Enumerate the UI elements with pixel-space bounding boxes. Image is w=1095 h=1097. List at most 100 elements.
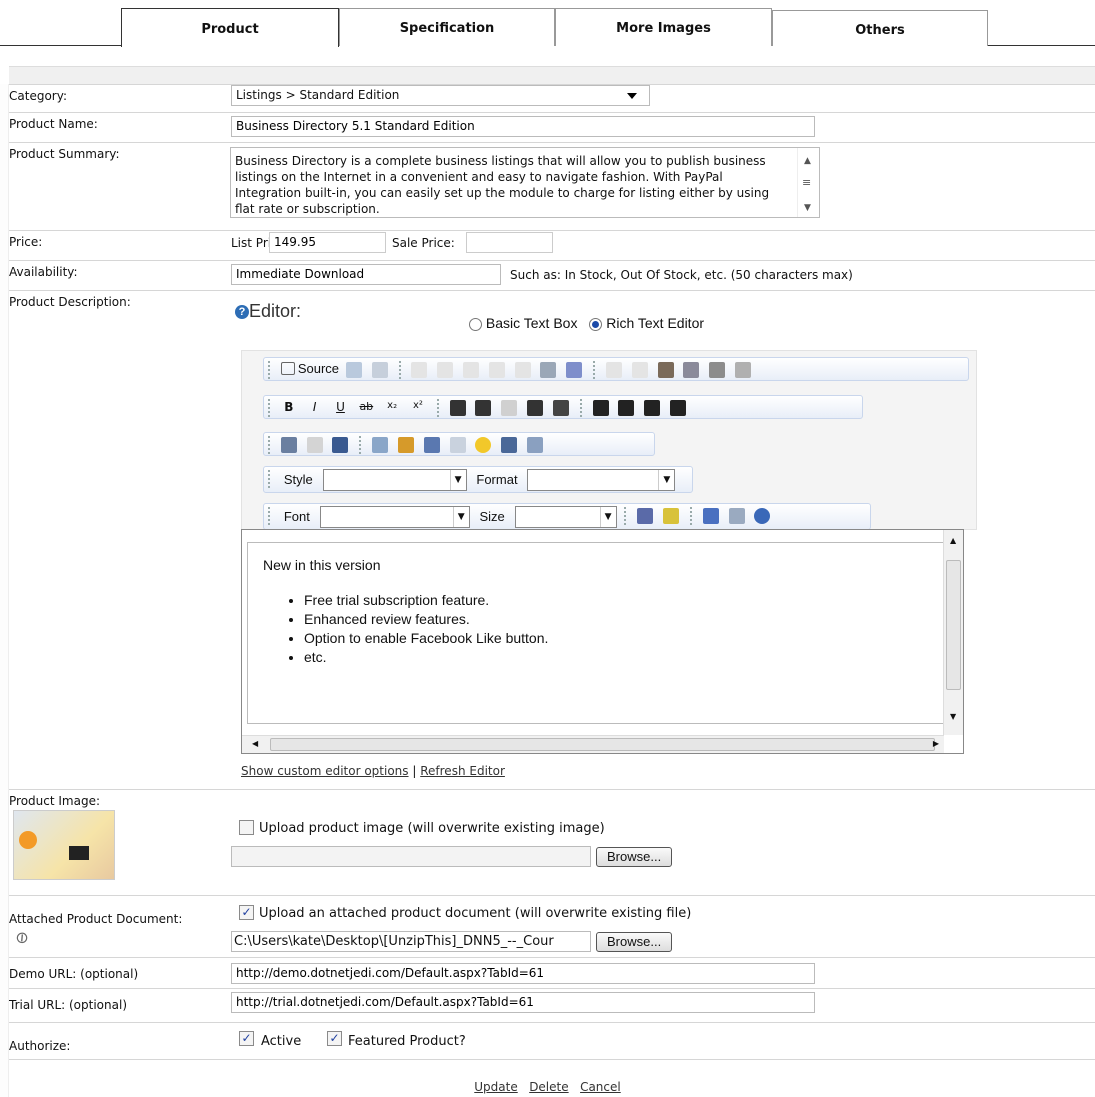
upload-image-checkbox[interactable] (239, 820, 254, 835)
authorize-label: Authorize: (9, 1039, 71, 1053)
size-dropdown[interactable]: ▼ (514, 506, 617, 528)
browse-image-button[interactable]: Browse... (596, 847, 673, 867)
replace-icon[interactable] (683, 362, 700, 378)
sale-price-input[interactable] (466, 232, 553, 253)
format-dropdown[interactable]: ▼ (527, 469, 676, 491)
indent-icon[interactable] (527, 400, 544, 416)
align-center-icon[interactable] (618, 400, 635, 416)
align-justify-icon[interactable] (670, 400, 687, 416)
paste-word-icon[interactable] (514, 362, 531, 378)
editor-vertical-scrollbar[interactable]: ▲ ▼ (943, 530, 963, 735)
upload-image-label[interactable]: Upload product image (will overwrite exi… (259, 821, 605, 836)
update-link[interactable]: Update (474, 1080, 517, 1094)
align-right-icon[interactable] (644, 400, 661, 416)
preview-icon[interactable] (345, 362, 362, 378)
tab-others[interactable]: Others (772, 10, 988, 46)
upload-image-path-input[interactable] (231, 846, 591, 867)
undo-icon[interactable] (605, 362, 622, 378)
upload-document-path-input[interactable]: C:\Users\kate\Desktop\[UnzipThis]_DNN5_-… (231, 931, 591, 952)
scroll-down-icon[interactable]: ▼ (804, 200, 811, 216)
image-icon[interactable] (372, 437, 389, 453)
scroll-right-icon[interactable]: ▶ (933, 739, 939, 748)
paste-icon[interactable] (463, 362, 479, 378)
find-icon[interactable] (657, 362, 674, 378)
upload-document-label[interactable]: Upload an attached product document (wil… (259, 906, 691, 921)
active-checkbox[interactable]: ✓ (239, 1031, 254, 1046)
blockquote-icon[interactable] (552, 400, 569, 416)
strikethrough-icon[interactable]: ab (358, 400, 374, 416)
bulleted-list-icon[interactable] (475, 400, 492, 416)
tab-more-images[interactable]: More Images (555, 8, 772, 46)
print-icon[interactable] (540, 362, 557, 378)
horizontal-rule-icon[interactable] (449, 437, 466, 453)
product-summary-textarea[interactable]: Business Directory is a complete busines… (230, 147, 820, 218)
show-blocks-icon[interactable] (728, 508, 745, 524)
remove-format-icon[interactable] (735, 362, 752, 378)
list-price-input[interactable]: 149.95 (269, 232, 386, 253)
page-break-icon[interactable] (527, 437, 544, 453)
anchor-icon[interactable] (332, 437, 349, 453)
superscript-icon[interactable]: x² (410, 400, 426, 416)
demo-url-input[interactable]: http://demo.dotnetjedi.com/Default.aspx?… (231, 963, 815, 984)
scroll-up-icon[interactable]: ▲ (950, 536, 956, 545)
link-icon[interactable] (280, 437, 297, 453)
refresh-editor-link[interactable]: Refresh Editor (420, 764, 505, 778)
scroll-thumb-icon[interactable]: ≡ (802, 175, 811, 191)
style-dropdown[interactable]: ▼ (322, 469, 467, 491)
text-color-icon[interactable] (637, 508, 654, 524)
background-color-icon[interactable] (663, 508, 680, 524)
redo-icon[interactable] (631, 362, 648, 378)
templates-icon[interactable] (371, 362, 388, 378)
rich-text-editor-label[interactable]: Rich Text Editor (606, 315, 704, 331)
trial-url-input[interactable]: http://trial.dotnetjedi.com/Default.aspx… (231, 992, 815, 1013)
spellcheck-icon[interactable] (566, 362, 583, 378)
rich-text-editor-area[interactable]: New in this version Free trial subscript… (241, 529, 964, 754)
size-label: Size (479, 509, 505, 524)
upload-document-checkbox[interactable]: ✓ (239, 905, 254, 920)
featured-product-checkbox[interactable]: ✓ (327, 1031, 342, 1046)
italic-icon[interactable]: I (307, 400, 323, 416)
rich-text-editor-radio[interactable] (589, 317, 603, 331)
tab-specification[interactable]: Specification (339, 8, 555, 46)
flash-icon[interactable] (397, 437, 414, 453)
numbered-list-icon[interactable] (449, 400, 466, 416)
scroll-thumb[interactable] (270, 738, 935, 751)
featured-product-label[interactable]: Featured Product? (348, 1034, 466, 1049)
basic-text-box-label[interactable]: Basic Text Box (486, 315, 578, 331)
underline-icon[interactable]: U (332, 400, 348, 416)
show-custom-editor-options-link[interactable]: Show custom editor options (241, 764, 409, 778)
select-all-icon[interactable] (709, 362, 726, 378)
subscript-icon[interactable]: x₂ (384, 400, 400, 416)
help-icon[interactable]: ? (235, 305, 249, 320)
unlink-icon[interactable] (306, 437, 323, 453)
editor-content[interactable]: New in this version Free trial subscript… (247, 542, 944, 724)
paste-text-icon[interactable] (488, 362, 505, 378)
scroll-up-icon[interactable]: ▲ (804, 153, 811, 169)
scroll-left-icon[interactable]: ◀ (252, 739, 258, 748)
about-icon[interactable] (754, 508, 771, 524)
cut-icon[interactable] (411, 362, 428, 378)
tab-product[interactable]: Product (121, 8, 339, 47)
align-left-icon[interactable] (592, 400, 609, 416)
scroll-down-icon[interactable]: ▼ (950, 712, 956, 721)
delete-link[interactable]: Delete (529, 1080, 568, 1094)
cancel-link[interactable]: Cancel (580, 1080, 621, 1094)
smiley-icon[interactable] (475, 437, 492, 453)
availability-input[interactable]: Immediate Download (231, 264, 501, 285)
font-dropdown[interactable]: ▼ (319, 506, 470, 528)
scroll-thumb[interactable] (946, 560, 961, 690)
copy-icon[interactable] (437, 362, 454, 378)
source-button[interactable]: Source (278, 361, 339, 376)
table-icon[interactable] (423, 437, 440, 453)
summary-scrollbar[interactable]: ▲ ≡ ▼ (797, 148, 819, 217)
special-char-icon[interactable] (501, 437, 518, 453)
active-label[interactable]: Active (261, 1034, 301, 1049)
maximize-icon[interactable] (702, 508, 719, 524)
bold-icon[interactable]: B (281, 400, 297, 416)
editor-horizontal-scrollbar[interactable]: ◀ ▶ (242, 735, 944, 753)
browse-document-button[interactable]: Browse... (596, 932, 673, 952)
category-select[interactable]: Listings > Standard Edition (231, 85, 650, 106)
product-name-input[interactable]: Business Directory 5.1 Standard Edition (231, 116, 815, 137)
basic-text-box-radio[interactable] (469, 317, 482, 331)
outdent-icon[interactable] (501, 400, 518, 416)
